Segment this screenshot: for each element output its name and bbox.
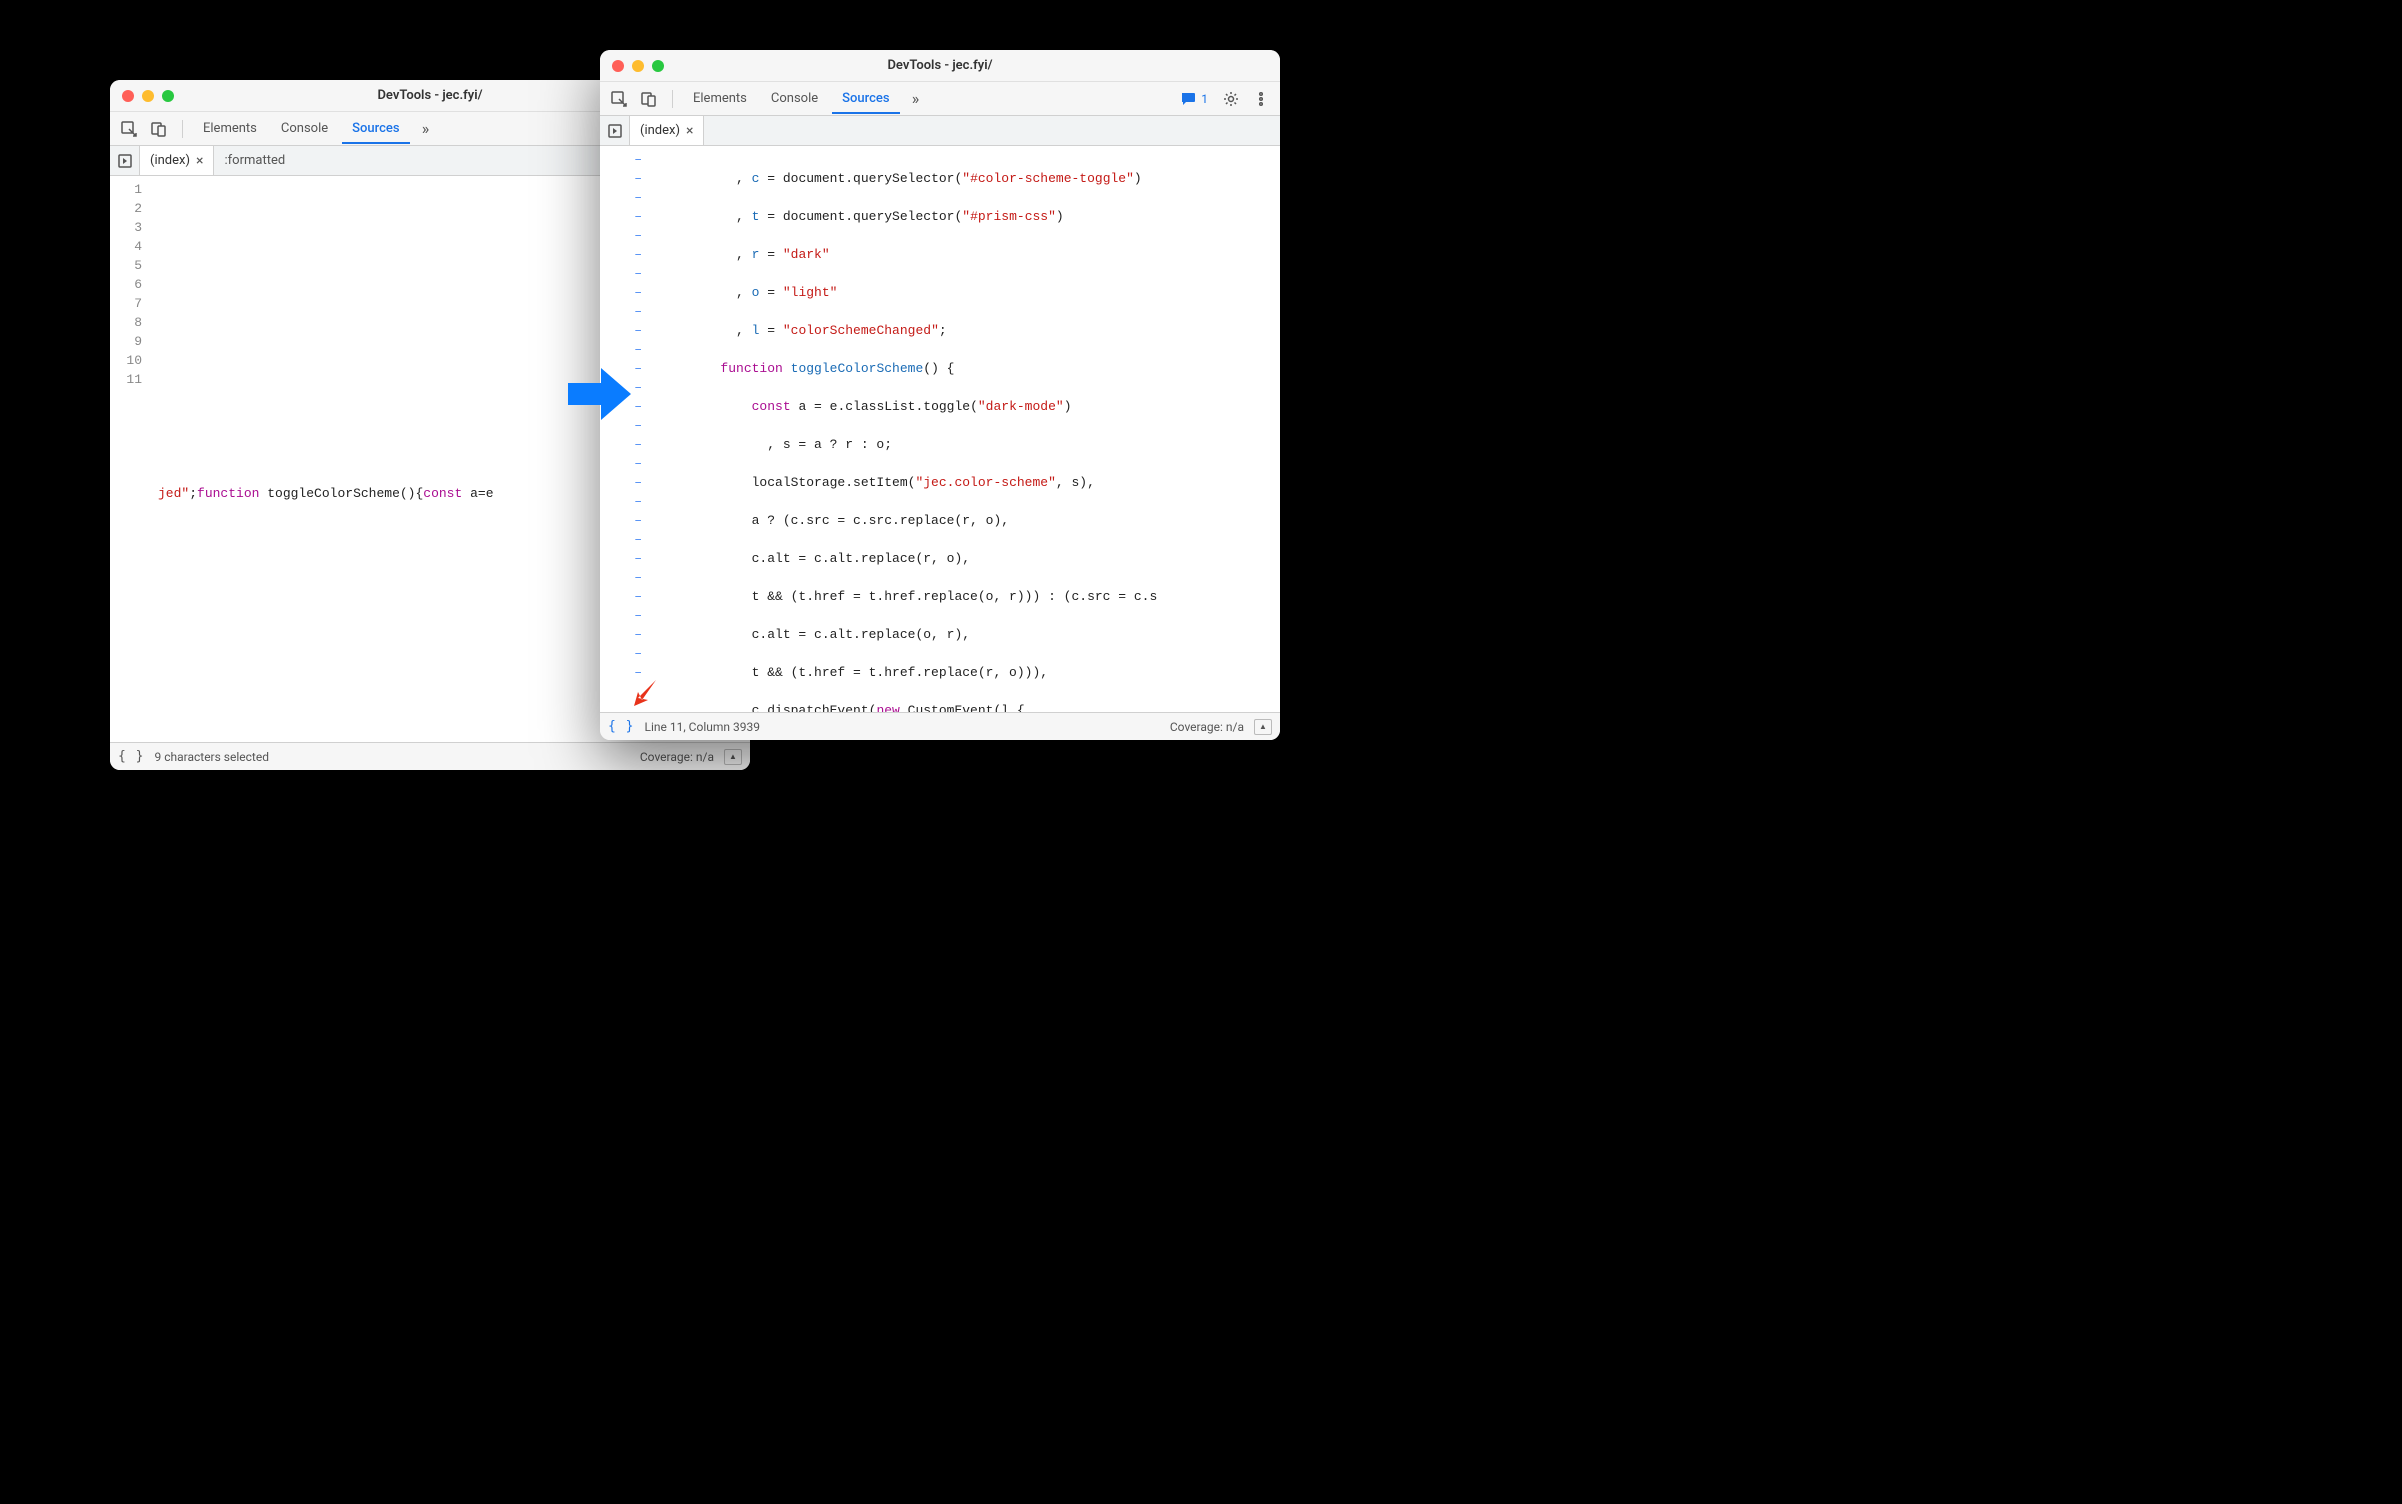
annotation-arrow-down-left	[628, 670, 668, 710]
tab-sources[interactable]: Sources	[832, 85, 899, 114]
more-tabs-icon[interactable]: »	[904, 87, 928, 111]
device-toggle-icon[interactable]	[636, 86, 662, 112]
more-menu-icon[interactable]	[1248, 86, 1274, 112]
line-gutter: 1 2 3 4 5 6 7 8 9 10 11	[110, 176, 150, 742]
close-button[interactable]	[612, 60, 624, 72]
file-tab-index[interactable]: (index) ×	[140, 146, 214, 175]
file-tabstrip: (index) ×	[600, 116, 1280, 146]
show-sidebar-icon[interactable]	[1254, 719, 1272, 735]
device-toggle-icon[interactable]	[146, 116, 172, 142]
tab-console[interactable]: Console	[761, 85, 828, 112]
code-editor[interactable]: –––– –––– –––– –––– –––– –––– –––– , c =…	[600, 146, 1280, 712]
traffic-lights	[600, 60, 664, 72]
inspect-icon[interactable]	[606, 86, 632, 112]
minimize-button[interactable]	[632, 60, 644, 72]
main-tabstrip: Elements Console Sources » 1	[600, 82, 1280, 116]
file-tab-label: (index)	[640, 123, 680, 138]
selection-status: 9 characters selected	[154, 750, 268, 764]
close-tab-icon[interactable]: ×	[196, 153, 203, 169]
more-tabs-icon[interactable]: »	[414, 117, 438, 141]
tab-sources[interactable]: Sources	[342, 115, 409, 144]
close-button[interactable]	[122, 90, 134, 102]
separator	[182, 120, 183, 138]
inspect-icon[interactable]	[116, 116, 142, 142]
pretty-print-icon[interactable]: { }	[608, 719, 634, 734]
statusbar: { } 9 characters selected Coverage: n/a	[110, 742, 750, 770]
issues-button[interactable]: 1	[1175, 90, 1214, 108]
file-tab-index[interactable]: (index) ×	[630, 116, 704, 145]
navigator-toggle-icon[interactable]	[110, 146, 140, 175]
file-tab-formatted[interactable]: :formatted	[214, 146, 295, 175]
traffic-lights	[110, 90, 174, 102]
coverage-status: Coverage: n/a	[1170, 720, 1244, 734]
close-tab-icon[interactable]: ×	[686, 123, 693, 139]
tab-elements[interactable]: Elements	[683, 85, 757, 112]
cursor-position: Line 11, Column 3939	[644, 720, 759, 734]
pretty-print-icon[interactable]: { }	[118, 749, 144, 764]
tab-console[interactable]: Console	[271, 115, 338, 142]
show-sidebar-icon[interactable]	[724, 749, 742, 765]
devtools-window-right: DevTools - jec.fyi/ Elements Console Sou…	[600, 50, 1280, 740]
statusbar: { } Line 11, Column 3939 Coverage: n/a	[600, 712, 1280, 740]
annotation-arrow-right	[563, 358, 635, 430]
tab-elements[interactable]: Elements	[193, 115, 267, 142]
settings-icon[interactable]	[1218, 86, 1244, 112]
coverage-status: Coverage: n/a	[640, 750, 714, 764]
minimize-button[interactable]	[142, 90, 154, 102]
separator	[672, 90, 673, 108]
navigator-toggle-icon[interactable]	[600, 116, 630, 145]
file-tab-label: (index)	[150, 153, 190, 168]
issues-count: 1	[1201, 92, 1208, 106]
titlebar: DevTools - jec.fyi/	[600, 50, 1280, 82]
maximize-button[interactable]	[652, 60, 664, 72]
maximize-button[interactable]	[162, 90, 174, 102]
code-content[interactable]: , c = document.querySelector("#color-sch…	[650, 146, 1280, 712]
window-title: DevTools - jec.fyi/	[600, 58, 1280, 73]
